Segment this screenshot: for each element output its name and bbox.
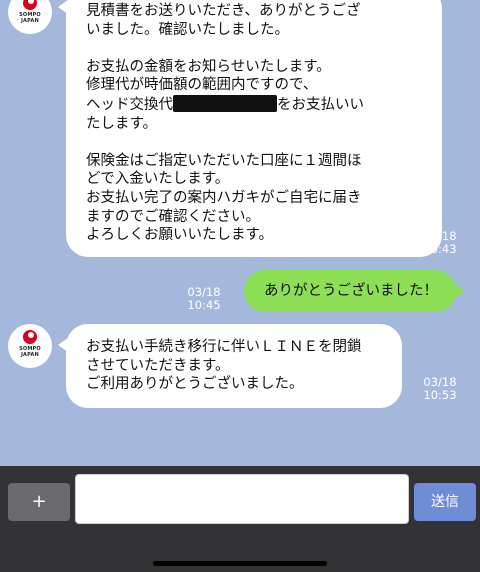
- message-text: ありがとうございました！: [264, 283, 438, 299]
- message-timestamp: 03/18 10:43: [423, 229, 457, 256]
- message-timestamp: 03/18 10:53: [423, 375, 457, 402]
- message-text: ヘッド交換代: [86, 96, 173, 113]
- avatar-logo-text: SOMPO JAPAN: [19, 12, 41, 24]
- message-text: お支払い手続き移行に伴いＬＩＮＥを閉鎖 させていただきます。 ご利用ありがとうご…: [86, 339, 362, 393]
- avatar-logo-text: SOMPO JAPAN: [19, 346, 41, 358]
- message-text: をお支払いい たします。 保険金はご指定いただいた口座に１週間ほ どで入金いたし…: [86, 96, 364, 244]
- message-input-bar: + 送信: [0, 466, 480, 572]
- home-indicator[interactable]: [153, 561, 327, 566]
- add-attachment-button[interactable]: +: [8, 483, 70, 521]
- sompo-avatar[interactable]: SOMPO JAPAN: [8, 324, 52, 368]
- sompo-logo-icon: [23, 330, 37, 344]
- send-button[interactable]: 送信: [414, 483, 476, 521]
- sompo-logo-icon: [23, 0, 37, 10]
- message-input[interactable]: [75, 474, 409, 524]
- message-text: 見積書をお送りいただき、ありがとうござ いました。確認いたしました。 お支払の金…: [86, 3, 361, 94]
- message-bubble-incoming[interactable]: お支払い手続き移行に伴いＬＩＮＥを閉鎖 させていただきます。 ご利用ありがとうご…: [58, 324, 402, 408]
- message-bubble-outgoing[interactable]: ありがとうございました！: [244, 270, 465, 312]
- chat-area: SOMPO JAPAN 見積書をお送りいただき、ありがとうござ いました。確認いた…: [0, 0, 480, 466]
- redacted-amount: [173, 94, 277, 112]
- message-bubble-incoming[interactable]: 見積書をお送りいただき、ありがとうござ いました。確認いたしました。 お支払の金…: [58, 0, 442, 257]
- message-timestamp: 03/18 10:45: [187, 285, 221, 312]
- sompo-avatar[interactable]: SOMPO JAPAN: [8, 0, 52, 34]
